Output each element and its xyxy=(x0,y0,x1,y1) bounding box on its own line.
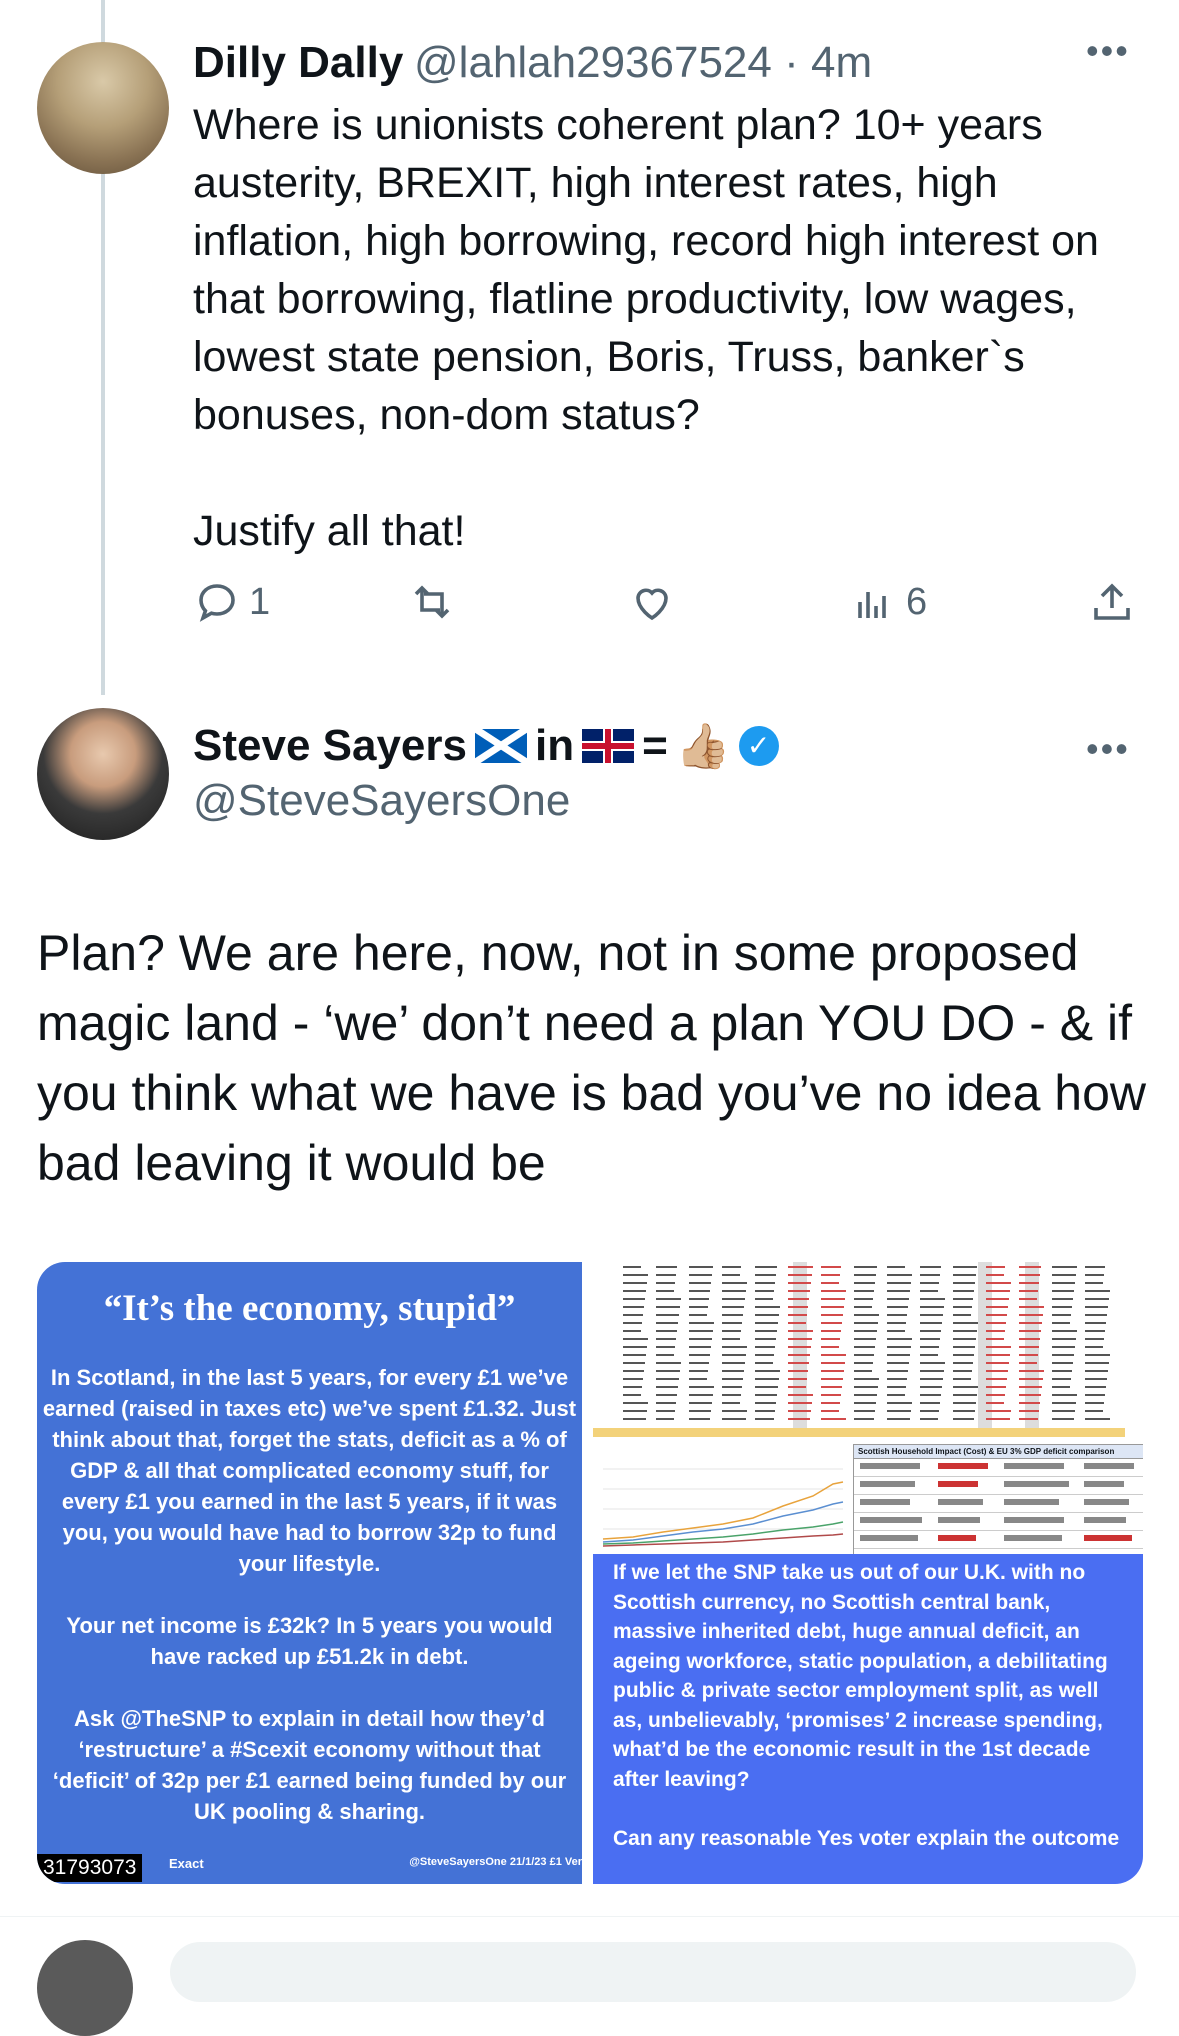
more-options-icon[interactable]: ••• xyxy=(1086,30,1130,72)
image-body-text: In Scotland, in the last 5 years, for ev… xyxy=(42,1365,577,1824)
household-impact-table: Scottish Household Impact (Cost) & EU 3%… xyxy=(853,1444,1143,1556)
image-footer-label: Exact xyxy=(169,1856,204,1871)
image-footer-id: 31793073 xyxy=(37,1854,143,1882)
share-button[interactable] xyxy=(1088,578,1136,626)
like-button[interactable] xyxy=(628,578,676,626)
retweet-button[interactable] xyxy=(408,578,456,626)
reply-button[interactable]: 1 xyxy=(193,578,270,626)
uk-flag-icon xyxy=(582,729,635,763)
author-name-row[interactable]: Steve Sayers in = 👍🏼 ✓ xyxy=(193,720,779,772)
views-button[interactable]: 6 xyxy=(850,578,927,626)
tweet-text: Where is unionists coherent plan? 10+ ye… xyxy=(193,101,1099,555)
avatar-dilly-dally[interactable] xyxy=(37,42,169,174)
more-options-icon[interactable]: ••• xyxy=(1086,728,1130,770)
image-body-text-2: Can any reasonable Yes voter explain the… xyxy=(613,1827,1120,1850)
author-name: Steve Sayers xyxy=(193,721,467,770)
retweet-icon xyxy=(414,585,450,619)
image-text-panel: If we let the SNP take us out of our U.K… xyxy=(593,1554,1143,1884)
table-title: Scottish Household Impact (Cost) & EU 3%… xyxy=(854,1445,1143,1459)
spreadsheet-image xyxy=(593,1262,1125,1437)
current-user-avatar[interactable] xyxy=(37,1940,133,2036)
author-handle[interactable]: @SteveSayersOne xyxy=(193,776,570,826)
media-image-left[interactable]: “It’s the economy, stupid” In Scotland, … xyxy=(37,1262,582,1884)
image-title: “It’s the economy, stupid” xyxy=(103,1288,516,1329)
avatar-steve-sayers[interactable] xyxy=(37,708,169,840)
tweet-text: Plan? We are here, now, not in some prop… xyxy=(37,925,1147,1191)
reply-count: 1 xyxy=(249,580,271,623)
scotland-flag-icon xyxy=(475,729,527,763)
reply-icon xyxy=(199,584,235,622)
image-body-text: If we let the SNP take us out of our U.K… xyxy=(613,1561,1108,1791)
image-footer-credit: @SteveSayersOne 21/1/23 £1 Ver xyxy=(409,1856,582,1868)
views-icon xyxy=(858,592,886,618)
author-handle-time[interactable]: @lahlah29367524 · 4m xyxy=(414,38,872,88)
name-suffix-in: in xyxy=(535,721,575,770)
tweet-media[interactable]: “It’s the economy, stupid” In Scotland, … xyxy=(37,1262,1143,1884)
share-icon xyxy=(1094,583,1130,620)
verified-badge-icon[interactable]: ✓ xyxy=(738,726,779,766)
heart-icon xyxy=(636,588,668,621)
views-count: 6 xyxy=(906,580,928,623)
reply-input[interactable] xyxy=(170,1942,1136,2002)
thumbs-up-icon: 👍🏼 xyxy=(675,722,731,771)
name-suffix-equals: = xyxy=(642,721,668,770)
line-chart-thumbnail xyxy=(593,1444,851,1554)
tweet-actions: 1 6 xyxy=(193,578,1143,634)
author-name[interactable]: Dilly Dally xyxy=(193,38,403,88)
media-image-right[interactable]: Scottish Household Impact (Cost) & EU 3%… xyxy=(593,1262,1143,1884)
divider xyxy=(0,1916,1179,1917)
